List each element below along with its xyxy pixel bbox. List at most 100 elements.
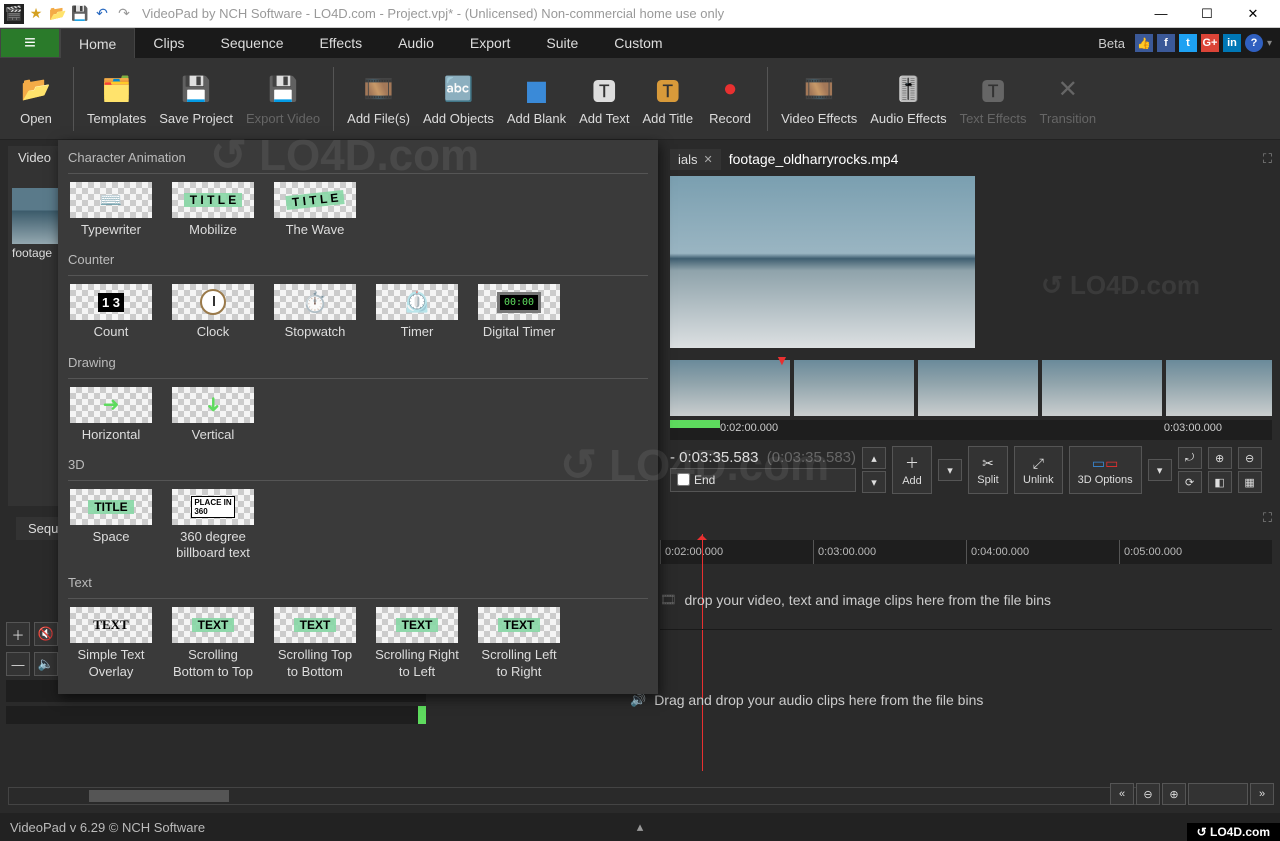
popup-item-scrollbt[interactable]: TEXTScrolling Bottom to Top xyxy=(170,607,256,680)
popup-item-stopwatch[interactable]: ⏱️Stopwatch xyxy=(272,284,358,340)
popup-item-scrollrl[interactable]: TEXTScrolling Right to Left xyxy=(374,607,460,680)
popup-item-digitaltimer[interactable]: 00:00Digital Timer xyxy=(476,284,562,340)
menu-tab-suite[interactable]: Suite xyxy=(528,28,596,58)
close-tab-icon[interactable]: ✕ xyxy=(704,153,713,166)
restore-icon[interactable]: ⛶ xyxy=(1263,151,1272,167)
zoom-in[interactable]: ⊕ xyxy=(1162,783,1186,805)
popup-item-clock[interactable]: Clock xyxy=(170,284,256,340)
add-text-button[interactable]: 🆃Add Text xyxy=(575,67,633,130)
clip-end-marker xyxy=(418,706,426,724)
track-speaker-button[interactable]: 🔈 xyxy=(34,652,58,676)
menu-tab-effects[interactable]: Effects xyxy=(302,28,381,58)
save-icon[interactable]: 💾 xyxy=(70,4,90,24)
zoom-next[interactable]: » xyxy=(1250,783,1274,805)
unlink-button[interactable]: ⤢Unlink xyxy=(1014,446,1063,494)
add-objects-button[interactable]: 🔤Add Objects xyxy=(419,67,498,130)
tl-up1[interactable]: ▴ xyxy=(862,447,886,469)
audio-track[interactable]: 🔊 Drag and drop your audio clips here fr… xyxy=(630,670,1272,730)
like-icon[interactable]: 👍 xyxy=(1135,34,1153,52)
menu-tab-audio[interactable]: Audio xyxy=(380,28,452,58)
zoom-slider[interactable] xyxy=(1188,783,1248,805)
open-button[interactable]: 📂Open xyxy=(8,67,64,130)
add-files-button[interactable]: 🎞️Add File(s) xyxy=(343,67,414,130)
track-left-btn[interactable]: — xyxy=(6,652,30,676)
audio-effects-button[interactable]: 🎚️Audio Effects xyxy=(866,67,950,130)
add-title-button[interactable]: 🆃Add Title xyxy=(638,67,697,130)
menu-tab-home[interactable]: Home xyxy=(60,28,135,58)
preview-playhead-icon[interactable]: ▼ xyxy=(775,352,789,368)
close-button[interactable]: ✕ xyxy=(1230,0,1276,28)
menu-tab-sequence[interactable]: Sequence xyxy=(202,28,301,58)
bin-tab-video[interactable]: Video xyxy=(8,146,62,172)
zoom-out[interactable]: ⊖ xyxy=(1136,783,1160,805)
add-blank-button[interactable]: ▆Add Blank xyxy=(503,67,570,130)
audio-clip-strip-2[interactable] xyxy=(6,706,426,724)
popup-item-scrolllr[interactable]: TEXTScrolling Left to Right xyxy=(476,607,562,680)
hamburger-menu[interactable]: ≡ xyxy=(0,28,60,58)
popup-item-thewave[interactable]: T I T L E The Wave xyxy=(272,182,358,238)
templates-button[interactable]: 🗂️Templates xyxy=(83,67,150,130)
preview-tab[interactable]: ials✕ xyxy=(670,149,721,170)
timeline-ruler[interactable]: 0:02:00.000 0:03:00.000 0:04:00.000 0:05… xyxy=(660,540,1272,564)
new-icon[interactable]: ★ xyxy=(26,4,46,24)
popup-item-mobilize[interactable]: T I T L E Mobilize xyxy=(170,182,256,238)
video-track-hint: drop your video, text and image clips he… xyxy=(685,584,1052,616)
zoom-prev[interactable]: « xyxy=(1110,783,1134,805)
menu-tab-clips[interactable]: Clips xyxy=(135,28,202,58)
undo-icon[interactable]: ↶ xyxy=(92,4,112,24)
export-video-button[interactable]: 💾Export Video xyxy=(242,67,324,130)
3d-options-button[interactable]: ▭▭3D Options xyxy=(1069,446,1142,494)
linkedin-icon[interactable]: in xyxy=(1223,34,1241,52)
transition-icon: ✕ xyxy=(1050,71,1086,107)
help-icon[interactable]: ? xyxy=(1245,34,1263,52)
popup-item-vertical[interactable]: ➜Vertical xyxy=(170,387,256,443)
popup-item-timer[interactable]: ⏲️Timer xyxy=(374,284,460,340)
add-text-icon: 🆃 xyxy=(586,71,622,107)
timeline-scrollbar[interactable] xyxy=(8,787,1140,805)
minimize-button[interactable]: — xyxy=(1138,0,1184,28)
record-button[interactable]: ●Record xyxy=(702,67,758,130)
text-effects-button[interactable]: 🆃Text Effects xyxy=(956,67,1031,130)
tl-btn-d[interactable]: ▦ xyxy=(1238,471,1262,493)
tl-drop2[interactable]: ▾ xyxy=(1148,459,1172,481)
twitter-icon[interactable]: t xyxy=(1179,34,1197,52)
transition-button[interactable]: ✕Transition xyxy=(1036,67,1101,130)
tl-restore-icon[interactable]: ⛶ xyxy=(1263,510,1272,526)
video-effects-button[interactable]: 🎞️Video Effects xyxy=(777,67,861,130)
scrollbar-thumb[interactable] xyxy=(89,790,229,802)
maximize-button[interactable]: ☐ xyxy=(1184,0,1230,28)
popup-item-simpletext[interactable]: TEXTSimple Text Overlay xyxy=(68,607,154,680)
mute-button[interactable]: 🔇 xyxy=(34,622,58,646)
popup-item-typewriter[interactable]: ⌨️ Typewriter xyxy=(68,182,154,238)
tl-zoomout[interactable]: ⊖ xyxy=(1238,447,1262,469)
menu-tab-custom[interactable]: Custom xyxy=(596,28,680,58)
popup-item-space[interactable]: TITLESpace xyxy=(68,489,154,562)
tl-down1[interactable]: ▾ xyxy=(862,471,886,493)
video-track[interactable]: 🎞 drop your video, text and image clips … xyxy=(660,570,1272,630)
popup-item-360billboard[interactable]: PLACE IN360360 degree billboard text xyxy=(170,489,256,562)
statusbar-caret-icon[interactable]: ▴ xyxy=(637,819,644,835)
tl-btn-b[interactable]: ⟳ xyxy=(1178,471,1202,493)
popup-item-horizontal[interactable]: ➜Horizontal xyxy=(68,387,154,443)
tl-btn-c[interactable]: ◧ xyxy=(1208,471,1232,493)
save-project-button[interactable]: 💾Save Project xyxy=(155,67,237,130)
menu-tab-export[interactable]: Export xyxy=(452,28,528,58)
googleplus-icon[interactable]: G+ xyxy=(1201,34,1219,52)
popup-item-count[interactable]: 1 3Count xyxy=(68,284,154,340)
split-button[interactable]: ✂Split xyxy=(968,446,1008,494)
open-icon[interactable]: 📂 xyxy=(48,4,68,24)
popup-item-scrolltb[interactable]: TEXTScrolling Top to Bottom xyxy=(272,607,358,680)
tl-drop[interactable]: ▾ xyxy=(938,459,962,481)
count-icon: 1 3 xyxy=(70,284,152,320)
end-checkbox[interactable]: End xyxy=(670,468,856,492)
facebook-icon[interactable]: f xyxy=(1157,34,1175,52)
add-track-button[interactable]: ＋ xyxy=(6,622,30,646)
help-dropdown-icon[interactable]: ▾ xyxy=(1267,38,1272,49)
add-button[interactable]: ＋Add xyxy=(892,446,932,494)
preview-video[interactable] xyxy=(670,176,975,348)
preview-panel: ials✕ footage_oldharryrocks.mp4 ⛶ ▼ 0:02… xyxy=(670,146,1272,436)
tl-zoomin[interactable]: ⊕ xyxy=(1208,447,1232,469)
tl-btn-a[interactable]: ⤾ xyxy=(1178,447,1202,469)
redo-icon[interactable]: ↷ xyxy=(114,4,134,24)
scrub-bar[interactable]: 0:02:00.000 0:03:00.000 xyxy=(670,420,1272,440)
